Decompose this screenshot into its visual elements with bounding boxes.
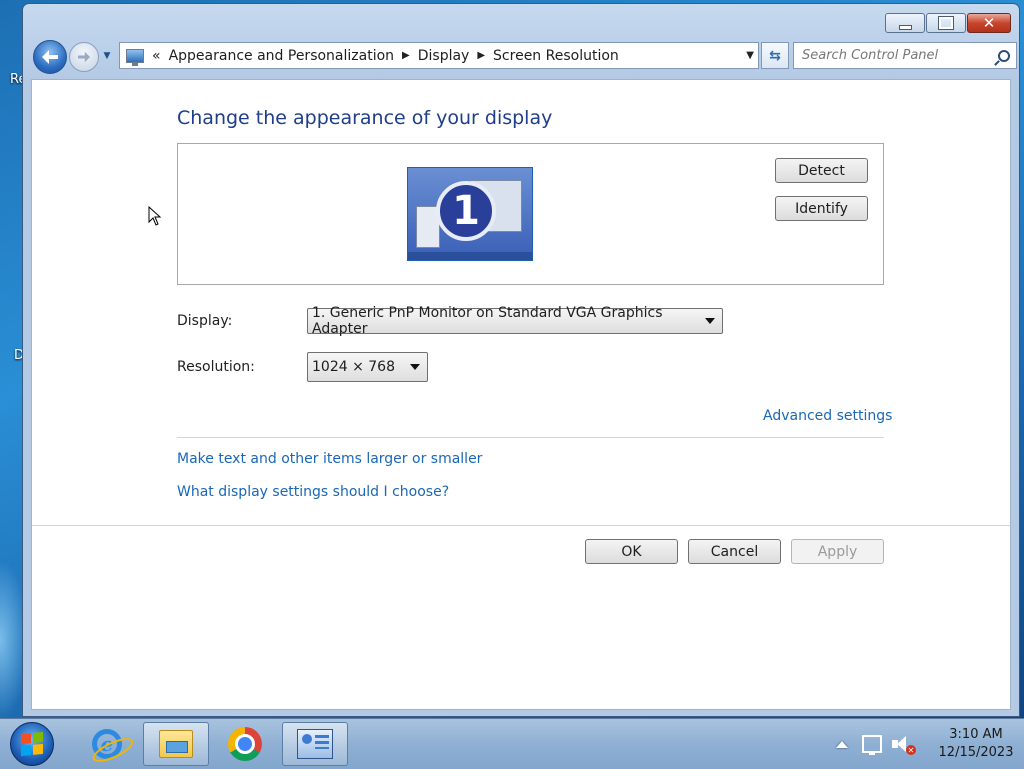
maximize-button[interactable] (926, 13, 966, 33)
back-arrow-icon (42, 50, 58, 64)
search-icon[interactable] (998, 49, 1010, 62)
taskbar-internet-explorer[interactable]: e (74, 722, 140, 767)
back-button[interactable] (33, 40, 67, 74)
caption-buttons: ✕ (884, 13, 1011, 33)
folder-icon (159, 730, 193, 758)
search-input[interactable] (794, 47, 994, 64)
maximize-icon (938, 16, 954, 30)
screen-resolution-window: ✕ ▼ « Appearance and Personalization ▶ D… (22, 3, 1020, 717)
display-help-link[interactable]: What display settings should I choose? (177, 484, 449, 500)
taskbar-windows-explorer[interactable] (143, 722, 209, 766)
volume-muted-icon[interactable]: ✕ (892, 735, 916, 755)
clock-time: 3:10 AM (949, 727, 1003, 742)
breadcrumb-overflow[interactable]: « (152, 48, 161, 64)
chevron-down-icon (705, 318, 715, 324)
chevron-down-icon (410, 364, 420, 370)
address-bar[interactable]: « Appearance and Personalization ▶ Displ… (119, 42, 759, 69)
detect-button[interactable]: Detect (775, 158, 868, 183)
internet-explorer-icon: e (89, 729, 137, 767)
resolution-label: Resolution: (177, 359, 255, 375)
refresh-button[interactable]: ⇆ (761, 42, 789, 69)
clock[interactable]: 3:10 AM 12/15/2023 (928, 726, 1024, 762)
forward-button[interactable] (69, 42, 99, 72)
divider (32, 525, 1010, 526)
minimize-button[interactable] (885, 13, 925, 33)
resolution-select[interactable]: 1024 × 768 (307, 352, 428, 382)
breadcrumb-arrow-icon[interactable]: ▶ (477, 50, 485, 61)
forward-arrow-icon (78, 51, 90, 63)
display-preview-area: 1 Detect Identify (177, 143, 884, 285)
clock-date: 12/15/2023 (938, 745, 1014, 760)
page-title: Change the appearance of your display (177, 107, 553, 129)
taskbar: e ✕ 3:10 AM 12/15/2023 (0, 718, 1024, 769)
control-panel-icon (297, 729, 333, 759)
chevron-down-icon: ▼ (103, 51, 111, 61)
monitor-1-preview[interactable]: 1 (407, 167, 533, 261)
network-icon[interactable] (862, 735, 882, 755)
display-select-value: 1. Generic PnP Monitor on Standard VGA G… (312, 305, 663, 337)
address-dropdown-icon[interactable]: ▼ (746, 50, 754, 61)
breadcrumb-appearance[interactable]: Appearance and Personalization (169, 48, 394, 64)
identify-button[interactable]: Identify (775, 196, 868, 221)
divider (177, 437, 884, 438)
monitor-number: 1 (436, 181, 496, 241)
breadcrumb-display[interactable]: Display (418, 48, 470, 64)
minimize-icon (898, 24, 912, 30)
close-button[interactable]: ✕ (967, 13, 1011, 33)
recent-pages-button[interactable]: ▼ (101, 51, 113, 61)
apply-button[interactable]: Apply (791, 539, 884, 564)
breadcrumb-arrow-icon[interactable]: ▶ (402, 50, 410, 61)
refresh-icon: ⇆ (769, 47, 781, 64)
cancel-button[interactable]: Cancel (688, 539, 781, 564)
system-tray: ✕ 3:10 AM 12/15/2023 (836, 719, 1024, 769)
display-select[interactable]: 1. Generic PnP Monitor on Standard VGA G… (307, 305, 723, 337)
breadcrumb-screen-resolution[interactable]: Screen Resolution (493, 48, 619, 64)
start-button[interactable] (10, 722, 54, 766)
advanced-settings-link[interactable]: Advanced settings (763, 408, 892, 424)
control-panel-icon (126, 48, 144, 66)
taskbar-google-chrome[interactable] (212, 722, 278, 766)
ok-button[interactable]: OK (585, 539, 678, 564)
chrome-icon (228, 727, 262, 761)
resolution-select-value: 1024 × 768 (312, 359, 395, 375)
display-label: Display: (177, 313, 233, 329)
mouse-cursor-icon (148, 206, 162, 226)
content-pane: Change the appearance of your display 1 … (31, 79, 1011, 710)
monitor-taskbar-graphic (408, 252, 532, 260)
text-size-link[interactable]: Make text and other items larger or smal… (177, 451, 482, 467)
show-hidden-icons-button[interactable] (836, 740, 848, 748)
search-box[interactable] (793, 42, 1017, 69)
windows-logo-icon (21, 731, 43, 757)
taskbar-control-panel[interactable] (282, 722, 348, 766)
close-icon: ✕ (982, 13, 996, 32)
navigation-bar: ▼ « Appearance and Personalization ▶ Dis… (31, 39, 1017, 74)
